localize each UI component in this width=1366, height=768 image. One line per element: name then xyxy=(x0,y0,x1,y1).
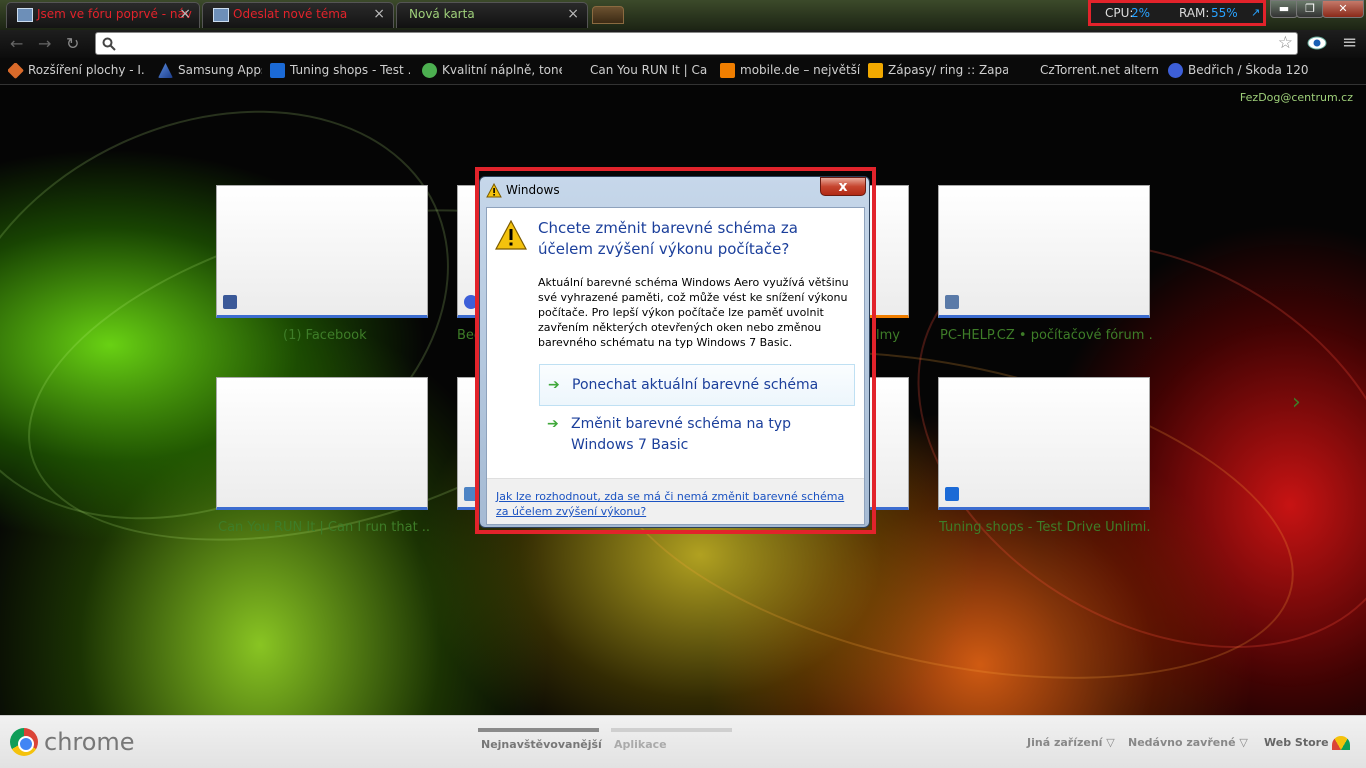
bookmarks-bar: Rozšíření plochy - I... Samsung Apps Tun… xyxy=(0,58,1366,85)
reload-button[interactable]: ↻ xyxy=(66,34,79,53)
new-tab-button[interactable] xyxy=(592,6,624,24)
close-icon[interactable]: × xyxy=(179,3,191,25)
monitor-icon xyxy=(17,8,33,22)
maximize-button[interactable]: ❐ xyxy=(1296,0,1324,18)
system-monitor: CPU: 2% RAM: 55% ↗ xyxy=(1088,0,1266,26)
close-icon[interactable]: × xyxy=(567,3,579,25)
omnibox[interactable]: ☆ xyxy=(95,32,1298,55)
dialog-heading: Chcete změnit barevné schéma za účelem z… xyxy=(538,219,798,258)
menu-icon[interactable]: ≡ xyxy=(1342,32,1357,53)
dialog-body: Chcete změnit barevné schéma za účelem z… xyxy=(486,207,865,525)
tab-new-tab[interactable]: Nová karta × xyxy=(396,2,588,28)
thumbnail-tile[interactable] xyxy=(216,377,428,510)
most-visited-indicator xyxy=(478,728,599,732)
dialog-close-button[interactable]: x xyxy=(820,177,866,196)
tab-title: Jsem ve fóru poprvé - náv xyxy=(37,7,192,21)
tab-apps[interactable]: Aplikace xyxy=(614,738,667,751)
toolbar: ← → ↻ ☆ ≡ xyxy=(0,30,1366,58)
mobile-de-icon xyxy=(720,63,735,78)
tile-label[interactable]: lmy xyxy=(876,328,916,343)
samsung-apps-icon xyxy=(158,63,173,78)
g-logo-icon xyxy=(945,487,959,501)
chrome-wordmark: chrome xyxy=(44,728,135,756)
next-page-arrow[interactable]: › xyxy=(1292,390,1301,415)
bookmark-item[interactable]: Samsung Apps xyxy=(158,63,262,79)
chrome-logo-icon xyxy=(10,728,38,756)
bookmark-item[interactable]: Bedřich / Škoda 120 ... xyxy=(1168,63,1308,79)
star-icon[interactable]: ☆ xyxy=(1278,33,1293,53)
dialog-title: Windows xyxy=(506,183,560,197)
warning-icon xyxy=(495,220,527,250)
warning-icon xyxy=(486,183,502,198)
apps-indicator xyxy=(611,728,732,732)
cpu-value: 2% xyxy=(1131,6,1151,20)
tab-strip: Jsem ve fóru poprvé - náv × Odeslat nové… xyxy=(0,0,1366,30)
bookmark-item[interactable]: Rozšíření plochy - I... xyxy=(8,63,146,79)
expand-icon[interactable]: ↗ xyxy=(1251,3,1260,23)
monitor-icon xyxy=(213,8,229,22)
tile-label[interactable]: Tuning shops - Test Drive Unlimi... xyxy=(939,520,1151,535)
color-scheme-dialog: Windows x Chcete změnit barevné schéma z… xyxy=(479,176,870,528)
forward-button[interactable]: → xyxy=(38,34,51,53)
option-label: Změnit barevné schéma na typ Windows 7 B… xyxy=(571,416,792,453)
tab-new-topic[interactable]: Odeslat nové téma × xyxy=(202,2,394,28)
web-store-link[interactable]: Web Store xyxy=(1264,736,1329,749)
bookmark-item[interactable]: CzTorrent.net altern... xyxy=(1020,63,1160,79)
keep-scheme-option[interactable]: ➔ Ponechat aktuální barevné schéma xyxy=(539,364,855,406)
facebook-icon xyxy=(223,295,237,309)
arrow-right-icon: ➔ xyxy=(548,377,560,393)
change-scheme-option[interactable]: ➔ Změnit barevné schéma na typ Windows 7… xyxy=(539,414,855,460)
help-link[interactable]: Jak lze rozhodnout, zda se má či nemá zm… xyxy=(496,489,856,519)
cpu-label: CPU: xyxy=(1105,6,1134,20)
tile-label[interactable]: PC-HELP.CZ • počítačové fórum ... xyxy=(940,328,1152,343)
g-logo-icon xyxy=(270,63,285,78)
tab-title: Odeslat nové téma xyxy=(233,7,348,21)
arrow-right-icon: ➔ xyxy=(547,416,559,432)
back-button[interactable]: ← xyxy=(10,34,23,53)
option-label: Ponechat aktuální barevné schéma xyxy=(572,377,819,393)
search-icon xyxy=(102,37,116,51)
signed-in-user[interactable]: FezDog@centrum.cz xyxy=(1240,91,1353,104)
diamond-icon xyxy=(8,63,24,79)
close-window-button[interactable]: ✕ xyxy=(1322,0,1364,18)
owl-icon xyxy=(868,63,883,78)
close-icon[interactable]: × xyxy=(373,3,385,25)
ram-label: RAM: xyxy=(1179,6,1210,20)
dialog-message: Aktuální barevné schéma Windows Aero vyu… xyxy=(538,276,849,349)
bookmark-item[interactable]: Tuning shops - Test ... xyxy=(270,63,410,79)
bookmark-item[interactable]: Zápasy/ ring :: Zapa... xyxy=(868,63,1008,79)
bookmark-item[interactable]: Can You RUN It | Ca... xyxy=(570,63,708,79)
thumbnail-tile[interactable] xyxy=(216,185,428,318)
bookmark-item[interactable]: Kvalitní náplně, tone... xyxy=(422,63,562,79)
monitor-icon xyxy=(945,295,959,309)
tab-forum[interactable]: Jsem ve fóru poprvé - náv × xyxy=(6,2,200,28)
tab-title: Nová karta xyxy=(409,7,475,21)
other-devices-menu[interactable]: Jiná zařízení ▽ xyxy=(1027,736,1115,749)
dialog-footer: Jak lze rozhodnout, zda se má či nemá zm… xyxy=(487,478,864,524)
ntp-bottom-bar: chrome Nejnavštěvovanější Aplikace Jiná … xyxy=(0,715,1366,768)
bookmark-item[interactable]: mobile.de – největší ... xyxy=(720,63,860,79)
skoda-icon xyxy=(1168,63,1183,78)
thumbnail-tile[interactable] xyxy=(938,377,1150,510)
ram-value: 55% xyxy=(1211,6,1238,20)
eye-icon[interactable] xyxy=(1307,36,1327,50)
recently-closed-menu[interactable]: Nedávno zavřené ▽ xyxy=(1128,736,1248,749)
thumbnail-tile[interactable] xyxy=(938,185,1150,318)
ink-icon xyxy=(422,63,437,78)
minimize-button[interactable]: ▬ xyxy=(1270,0,1298,18)
tab-most-visited[interactable]: Nejnavštěvovanější xyxy=(481,738,602,751)
web-store-icon[interactable] xyxy=(1332,736,1350,750)
tile-label[interactable]: Can You RUN It | Can I run that ... xyxy=(218,520,430,535)
